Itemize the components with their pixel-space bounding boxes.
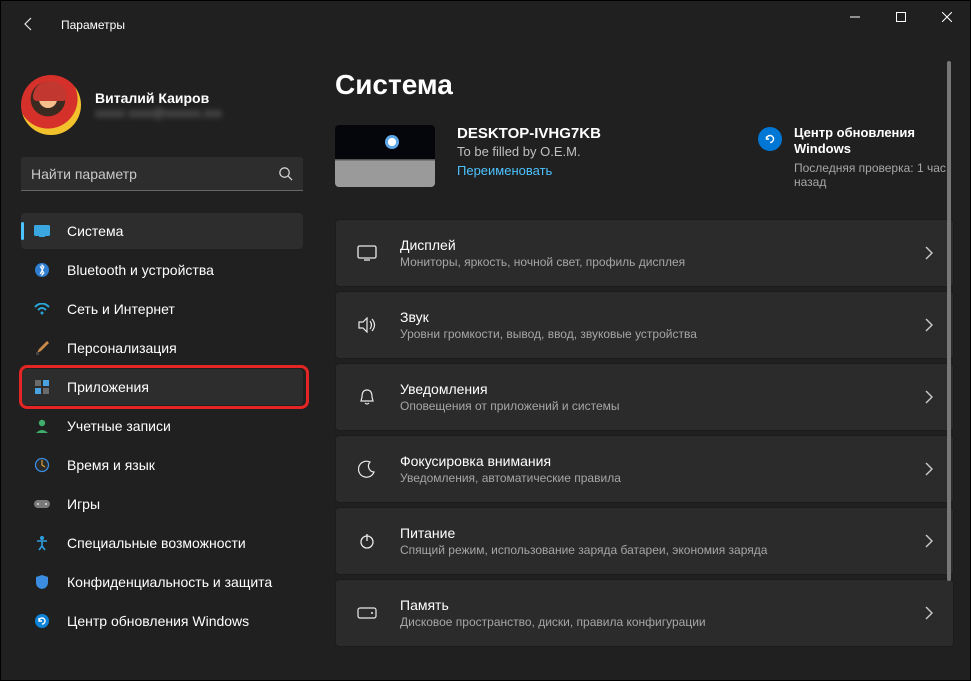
chevron-right-icon <box>925 462 933 476</box>
storage-icon <box>356 607 378 619</box>
brush-icon <box>33 340 51 356</box>
chevron-right-icon <box>925 390 933 404</box>
card-sub: Дисковое пространство, диски, правила ко… <box>400 615 925 629</box>
window-controls <box>832 1 970 33</box>
settings-window: Параметры Виталий Каиров xxxxx xxxx@xxxx… <box>0 0 971 681</box>
sidebar-item-label: Bluetooth и устройства <box>67 262 214 278</box>
avatar <box>21 75 81 135</box>
sidebar: Виталий Каиров xxxxx xxxx@xxxxxx.xxx Сис… <box>1 49 311 680</box>
sidebar-item-personalization[interactable]: Персонализация <box>21 330 303 366</box>
card-sound[interactable]: Звук Уровни громкости, вывод, ввод, звуко… <box>335 291 954 359</box>
profile-email: xxxxx xxxx@xxxxxx.xxx <box>95 106 222 120</box>
sidebar-item-label: Персонализация <box>67 340 177 356</box>
apps-icon <box>33 379 51 395</box>
display-icon <box>356 245 378 261</box>
card-title: Питание <box>400 525 925 541</box>
card-title: Память <box>400 597 925 613</box>
titlebar: Параметры <box>1 1 970 49</box>
sidebar-item-label: Система <box>67 223 123 239</box>
sound-icon <box>356 317 378 333</box>
accessibility-icon <box>33 535 51 551</box>
sidebar-item-privacy[interactable]: Конфиденциальность и защита <box>21 564 303 600</box>
card-title: Уведомления <box>400 381 925 397</box>
card-storage[interactable]: Память Дисковое пространство, диски, прав… <box>335 579 954 647</box>
desktop-thumbnail[interactable] <box>335 125 435 187</box>
card-sub: Мониторы, яркость, ночной свет, профиль … <box>400 255 925 269</box>
chevron-right-icon <box>925 246 933 260</box>
page-title: Система <box>335 69 958 101</box>
close-button[interactable] <box>924 1 970 33</box>
back-icon[interactable] <box>21 16 39 34</box>
main-content: Система DESKTOP-IVHG7KB To be filled by … <box>311 49 970 680</box>
card-display[interactable]: Дисплей Мониторы, яркость, ночной свет, п… <box>335 219 954 287</box>
sidebar-item-label: Сеть и Интернет <box>67 301 175 317</box>
card-title: Звук <box>400 309 925 325</box>
settings-cards: Дисплей Мониторы, яркость, ночной свет, п… <box>335 219 958 647</box>
sidebar-item-label: Специальные возможности <box>67 535 246 551</box>
person-icon <box>33 418 51 434</box>
windows-update-tile[interactable]: Центр обновления Windows Последняя прове… <box>758 125 958 189</box>
sidebar-item-accounts[interactable]: Учетные записи <box>21 408 303 444</box>
card-focus-assist[interactable]: Фокусировка внимания Уведомления, автомат… <box>335 435 954 503</box>
card-title: Дисплей <box>400 237 925 253</box>
gamepad-icon <box>33 498 51 510</box>
search-input[interactable] <box>31 166 278 182</box>
card-sub: Уведомления, автоматические правила <box>400 471 925 485</box>
sidebar-item-label: Приложения <box>67 379 149 395</box>
device-name: DESKTOP-IVHG7KB <box>457 125 736 142</box>
card-power[interactable]: Питание Спящий режим, использование заряд… <box>335 507 954 575</box>
profile-name: Виталий Каиров <box>95 90 222 106</box>
sidebar-item-time-language[interactable]: Время и язык <box>21 447 303 483</box>
hero-row: DESKTOP-IVHG7KB To be filled by O.E.M. П… <box>335 125 958 189</box>
update-sub: Последняя проверка: 1 час назад <box>794 161 958 189</box>
rename-link[interactable]: Переименовать <box>457 163 552 178</box>
device-sub: To be filled by O.E.M. <box>457 144 736 159</box>
wifi-icon <box>33 303 51 315</box>
sidebar-item-apps[interactable]: Приложения <box>21 369 303 405</box>
minimize-button[interactable] <box>832 1 878 33</box>
bell-icon <box>356 388 378 406</box>
moon-icon <box>356 460 378 478</box>
sidebar-item-system[interactable]: Система <box>21 213 303 249</box>
update-icon <box>33 613 51 629</box>
sidebar-item-label: Игры <box>67 496 100 512</box>
sidebar-item-label: Центр обновления Windows <box>67 613 249 629</box>
device-info: DESKTOP-IVHG7KB To be filled by O.E.M. П… <box>457 125 736 180</box>
scrollbar[interactable] <box>947 61 951 581</box>
globe-clock-icon <box>33 457 51 473</box>
maximize-button[interactable] <box>878 1 924 33</box>
card-sub: Спящий режим, использование заряда батар… <box>400 543 925 557</box>
sidebar-item-accessibility[interactable]: Специальные возможности <box>21 525 303 561</box>
sidebar-item-windows-update[interactable]: Центр обновления Windows <box>21 603 303 639</box>
sidebar-nav: Система Bluetooth и устройства Сеть и Ин… <box>21 213 303 639</box>
sidebar-item-network[interactable]: Сеть и Интернет <box>21 291 303 327</box>
card-sub: Уровни громкости, вывод, ввод, звуковые … <box>400 327 925 341</box>
search-box[interactable] <box>21 157 303 191</box>
update-icon <box>758 127 782 151</box>
update-title: Центр обновления Windows <box>794 125 958 158</box>
card-sub: Оповещения от приложений и системы <box>400 399 925 413</box>
sidebar-item-gaming[interactable]: Игры <box>21 486 303 522</box>
sidebar-item-label: Конфиденциальность и защита <box>67 574 272 590</box>
window-title: Параметры <box>61 18 125 32</box>
sidebar-item-label: Учетные записи <box>67 418 171 434</box>
profile[interactable]: Виталий Каиров xxxxx xxxx@xxxxxx.xxx <box>21 49 303 157</box>
search-icon <box>278 166 293 181</box>
sidebar-item-label: Время и язык <box>67 457 155 473</box>
shield-icon <box>33 574 51 590</box>
chevron-right-icon <box>925 606 933 620</box>
bluetooth-icon <box>33 262 51 278</box>
sidebar-item-bluetooth[interactable]: Bluetooth и устройства <box>21 252 303 288</box>
chevron-right-icon <box>925 534 933 548</box>
display-icon <box>33 225 51 237</box>
power-icon <box>356 532 378 550</box>
chevron-right-icon <box>925 318 933 332</box>
card-title: Фокусировка внимания <box>400 453 925 469</box>
card-notifications[interactable]: Уведомления Оповещения от приложений и си… <box>335 363 954 431</box>
